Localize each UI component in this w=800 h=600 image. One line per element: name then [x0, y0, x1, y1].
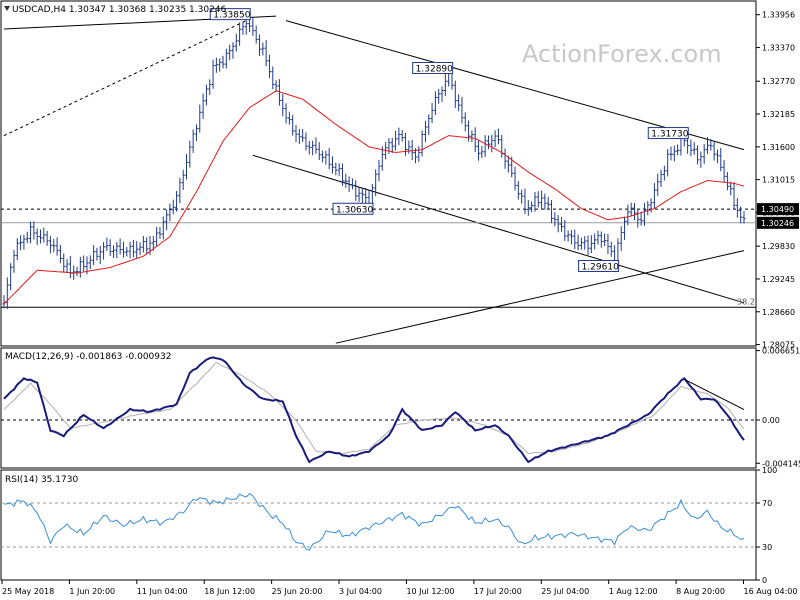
price-annotation-label: 1.32890 — [416, 64, 453, 74]
price-title: USDCAD,H4 1.30347 1.30368 1.30235 1.3024… — [12, 5, 227, 15]
price-axis-tick-label: 1.32185 — [762, 110, 795, 119]
price-annotation-label: 1.31730 — [651, 130, 688, 140]
macd-title: MACD(12,26,9) -0.001863 -0.000932 — [5, 352, 171, 362]
price-annotation: 1.30630 — [332, 202, 374, 215]
price-tag: 1.30246 — [757, 216, 799, 229]
rsi-panel-frame — [0, 469, 757, 581]
rsi-axis: 100 70 30 0 — [756, 466, 777, 585]
time-tick-label: 17 Jul 20:00 — [474, 587, 522, 596]
time-tick-label: 25 Jun 20:00 — [272, 587, 323, 596]
macd-axis-tick-label: 0.00 — [762, 416, 780, 425]
price-axis: 1.33956 1.33370 1.32770 1.32185 1.31600 1.310… — [756, 11, 799, 350]
price-axis-tick-label: 1.33956 — [762, 11, 795, 20]
macd-axis-tick-label: 0.006651 — [762, 347, 800, 356]
price-tag-label: 1.30490 — [761, 205, 794, 214]
price-annotation-label: 1.29610 — [582, 262, 619, 272]
forex-chart: ActionForex.com 38.2 1.33956 1.33370 1.327… — [0, 0, 800, 596]
time-tick-label: 16 Aug 04:00 — [744, 587, 798, 596]
time-tick-label: 11 Jun 04:00 — [137, 587, 188, 596]
time-axis: 25 May 2018 1 Jun 20:00 11 Jun 04:00 18 Jun… — [1, 580, 798, 596]
price-axis-tick-label: 1.31600 — [762, 143, 795, 152]
price-axis-tick-label: 1.31015 — [762, 176, 795, 185]
macd-panel-frame — [0, 347, 757, 469]
time-tick-label: 3 Jul 04:00 — [339, 587, 382, 596]
price-axis-tick-label: 1.32770 — [762, 77, 795, 86]
price-axis-tick-label: 1.29830 — [762, 242, 795, 251]
time-tick-label: 10 Jul 12:00 — [406, 587, 454, 596]
price-tag: 1.30490 — [757, 203, 799, 216]
time-tick-label: 1 Aug 12:00 — [609, 587, 658, 596]
price-annotation: 1.31730 — [647, 127, 689, 140]
time-tick-label: 8 Aug 20:00 — [676, 587, 725, 596]
macd-axis: 0.0066510.00-0.004145 — [756, 347, 800, 468]
price-annotation: 1.32890 — [412, 61, 454, 74]
price-tag-label: 1.30246 — [761, 219, 794, 228]
price-axis-tick-label: 1.33370 — [762, 44, 795, 53]
rsi-axis-tick-label: 0 — [762, 576, 767, 585]
time-tick-label: 25 Jul 04:00 — [541, 587, 589, 596]
price-title-group: USDCAD,H4 1.30347 1.30368 1.30235 1.3024… — [4, 5, 227, 15]
rsi-axis-tick-label: 100 — [762, 466, 777, 475]
time-tick-label: 1 Jun 20:00 — [69, 587, 115, 596]
price-axis-tick-label: 1.29245 — [762, 275, 795, 284]
price-axis-tick-label: 1.28660 — [762, 308, 795, 317]
price-annotation-label: 1.30630 — [336, 205, 373, 215]
time-tick-label: 25 May 2018 — [2, 587, 54, 596]
rsi-axis-tick-label: 30 — [762, 543, 772, 552]
price-annotation: 1.29610 — [578, 259, 620, 272]
rsi-title: RSI(14) 35.1730 — [5, 475, 78, 485]
rsi-axis-tick-label: 70 — [762, 499, 772, 508]
time-tick-label: 18 Jun 12:00 — [204, 587, 255, 596]
fib-label: 38.2 — [737, 297, 755, 306]
watermark: ActionForex.com — [522, 40, 722, 68]
